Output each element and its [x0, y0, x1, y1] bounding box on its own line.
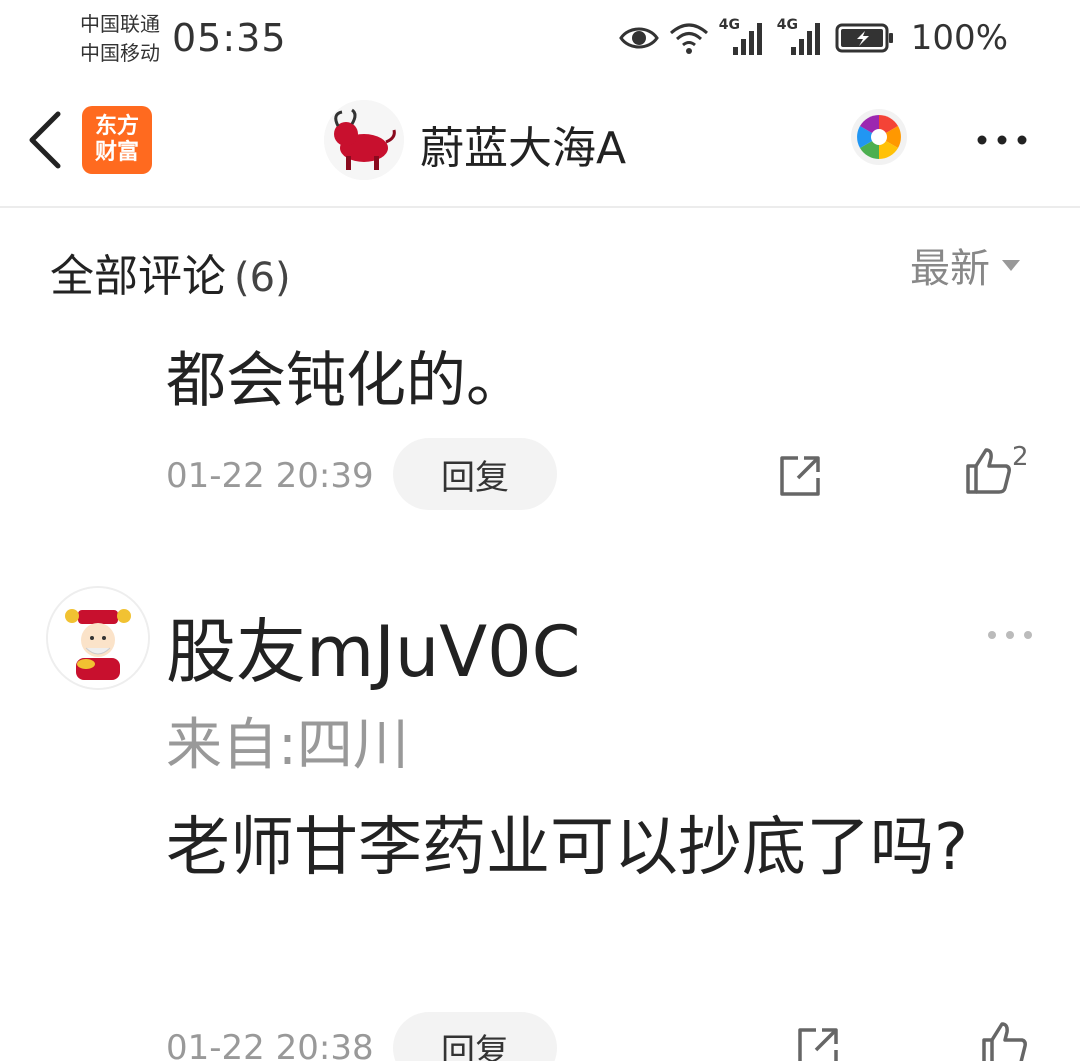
avatar[interactable]: [46, 586, 150, 690]
status-time: 05:35: [172, 16, 287, 60]
status-icons: 4G 4G 100%: [618, 17, 1008, 58]
comment-text: 都会钝化的。: [166, 346, 526, 416]
status-bar: 中国联通 中国移动 05:35 4G 4G 100%: [0, 0, 1080, 82]
color-wheel-icon[interactable]: [850, 108, 908, 166]
carrier-info: 中国联通 中国移动: [80, 10, 160, 68]
thumbs-up-icon[interactable]: [980, 1020, 1030, 1061]
share-icon[interactable]: [776, 452, 824, 500]
more-dots-icon[interactable]: [984, 624, 1036, 646]
app-logo-button[interactable]: 东方 财富: [82, 106, 152, 174]
thumbs-up-icon[interactable]: [964, 446, 1014, 496]
back-chevron-icon: [29, 111, 61, 169]
top-header: 东方 财富 蔚蓝大海A: [0, 82, 1080, 208]
share-icon[interactable]: [794, 1024, 842, 1061]
battery-percent: 100%: [910, 18, 1008, 58]
comments-count: (6): [234, 255, 291, 301]
more-dots-icon[interactable]: [972, 120, 1032, 160]
signal-icon: 4G: [719, 17, 767, 57]
page-title: 蔚蓝大海A: [420, 123, 627, 174]
chevron-down-icon: [1002, 259, 1020, 271]
reply-button[interactable]: 回复: [393, 1012, 557, 1061]
back-button[interactable]: [24, 108, 68, 172]
bull-avatar-icon[interactable]: [324, 100, 404, 180]
comments-title-label: 全部评论: [50, 251, 226, 302]
page: 中国联通 中国移动 05:35 4G 4G 100% 东方 财富 蔚蓝大海A 全…: [0, 0, 1080, 1061]
signal-icon: 4G: [777, 17, 825, 57]
comment-username[interactable]: 股友mJuV0C: [166, 596, 581, 697]
like-count: 2: [1012, 442, 1029, 472]
eye-icon: [618, 24, 659, 52]
carrier-1: 中国联通: [80, 12, 160, 36]
wifi-icon: [669, 21, 709, 55]
sort-label: 最新: [910, 246, 990, 292]
app-logo-line2: 财富: [94, 140, 139, 165]
battery-charging-icon: [835, 23, 895, 53]
comment-location: 来自:四川: [166, 713, 409, 778]
sort-dropdown[interactable]: 最新: [910, 236, 1020, 294]
comment-time: 01-22 20:39: [166, 456, 374, 496]
comment-time: 01-22 20:38: [166, 1028, 374, 1061]
app-logo-line1: 东方: [94, 114, 139, 139]
comment-text: 老师甘李药业可以抄底了吗?: [166, 811, 968, 885]
carrier-2: 中国移动: [80, 41, 160, 65]
comments-section-title: 全部评论 (6): [50, 240, 291, 304]
reply-button[interactable]: 回复: [393, 438, 557, 510]
